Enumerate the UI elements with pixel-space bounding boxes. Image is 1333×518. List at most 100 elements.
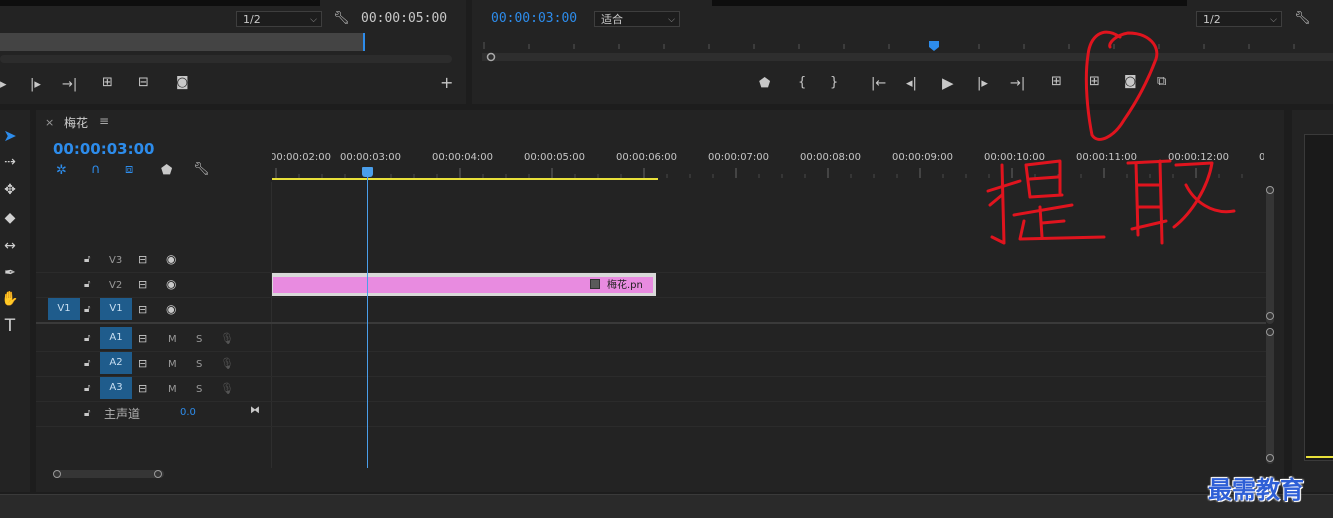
fit-select[interactable]: 适合 ⌵: [594, 11, 680, 27]
step-forward-icon[interactable]: |▸: [30, 78, 41, 92]
scroll-handle[interactable]: [1266, 454, 1274, 462]
track-a2-target[interactable]: A2: [100, 352, 132, 374]
sync-lock-icon[interactable]: ⊟: [138, 357, 147, 371]
solo-button[interactable]: S: [196, 334, 202, 345]
track-a3[interactable]: 🔓︎ A3 ⊟ M S 🎙︎: [36, 376, 1266, 402]
type-tool-icon[interactable]: T: [0, 316, 20, 336]
eye-icon[interactable]: ◉: [166, 252, 176, 266]
scroll-handle[interactable]: [1266, 328, 1274, 336]
lock-icon[interactable]: 🔓︎: [84, 303, 90, 317]
step-back-icon[interactable]: ▸: [0, 78, 7, 92]
mark-out-icon[interactable]: }: [830, 76, 838, 90]
microphone-icon[interactable]: 🎙︎: [220, 382, 234, 396]
wrench-icon[interactable]: 🔧︎: [1294, 12, 1311, 26]
ruler-label: 00:00:03:00: [340, 152, 402, 163]
microphone-icon[interactable]: 🎙︎: [220, 357, 234, 371]
lock-icon[interactable]: 🔓︎: [84, 382, 90, 396]
mute-button[interactable]: M: [168, 359, 177, 370]
lock-icon[interactable]: 🔓︎: [84, 253, 90, 267]
chevron-down-icon: ⌵: [310, 15, 317, 25]
snap-magnet-icon[interactable]: ∩: [91, 163, 101, 177]
program-timecode[interactable]: 00:00:03:00: [491, 11, 577, 26]
track-select-tool-icon[interactable]: ⇢: [0, 154, 20, 170]
work-area-bar[interactable]: [272, 178, 658, 180]
step-back-icon[interactable]: ◂|: [906, 77, 917, 91]
timeline-settings-wrench-icon[interactable]: 🔧︎: [193, 163, 210, 177]
video-scroll-track[interactable]: [1266, 186, 1274, 324]
camera-icon[interactable]: ◙: [176, 76, 189, 90]
track-v2-label: V2: [109, 280, 123, 291]
ruler-label: 00:00:06:00: [616, 152, 678, 163]
source-scrollbar[interactable]: [0, 55, 452, 63]
timeline-timecode[interactable]: 00:00:03:00: [53, 140, 155, 158]
insert-icon[interactable]: ⊞: [102, 76, 113, 90]
source-zoom-select[interactable]: 1/2 ⌵: [236, 11, 322, 27]
source-timebar[interactable]: [0, 33, 364, 51]
hand-tool-icon[interactable]: ✋: [0, 291, 20, 307]
scroll-thumb[interactable]: [54, 470, 164, 478]
track-master[interactable]: 🔓︎ 主声道 0.0 ⧓: [36, 401, 1266, 427]
scroll-handle[interactable]: [53, 470, 61, 478]
microphone-icon[interactable]: 🎙︎: [220, 332, 234, 346]
source-patch-v1[interactable]: V1: [48, 298, 80, 320]
track-v1[interactable]: V1 🔓︎ V1 ⊟ ◉: [36, 297, 1266, 324]
tab-menu-icon[interactable]: ≡: [99, 114, 109, 128]
go-to-in-icon[interactable]: |←: [871, 77, 886, 91]
scroll-handle[interactable]: [1266, 312, 1274, 320]
sync-lock-icon[interactable]: ⊟: [138, 382, 147, 396]
right-panel-level: [1306, 456, 1333, 458]
mark-in-icon[interactable]: {: [798, 76, 806, 90]
lock-icon[interactable]: 🔓︎: [84, 357, 90, 371]
linked-selection-icon[interactable]: ⧈: [125, 163, 133, 177]
track-v1-target[interactable]: V1: [100, 298, 132, 320]
sequence-tab-title[interactable]: 梅花: [64, 114, 88, 131]
master-volume-value[interactable]: 0.0: [180, 407, 196, 418]
solo-button[interactable]: S: [196, 384, 202, 395]
timeline-horizontal-scrollbar[interactable]: [50, 469, 1265, 479]
sync-lock-icon[interactable]: ⊟: [138, 278, 147, 292]
slip-tool-icon[interactable]: ↔: [0, 238, 20, 254]
scroll-handle[interactable]: [1266, 186, 1274, 194]
eye-icon[interactable]: ◉: [166, 277, 176, 291]
close-tab-icon[interactable]: ×: [45, 116, 54, 129]
track-a3-target[interactable]: A3: [100, 377, 132, 399]
playhead-line[interactable]: [367, 177, 368, 468]
go-to-end-icon[interactable]: ⧓: [250, 404, 260, 418]
watermark: 最需教育: [1208, 475, 1304, 504]
pen-tool-icon[interactable]: ✒: [0, 265, 20, 281]
wrench-icon[interactable]: 🔧︎: [333, 12, 350, 26]
selection-tool-icon[interactable]: ➤: [0, 126, 20, 145]
lock-icon[interactable]: 🔓︎: [84, 407, 90, 421]
lock-icon[interactable]: 🔓︎: [84, 278, 90, 292]
tools-panel: ➤ ⇢ ✥ ◆ ↔ ✒ ✋ T: [0, 110, 30, 492]
go-to-out-icon[interactable]: →|: [62, 78, 77, 92]
fit-value: 适合: [601, 13, 623, 26]
razor-tool-icon[interactable]: ◆: [0, 210, 20, 226]
add-button-icon[interactable]: +: [440, 75, 453, 91]
add-marker-icon[interactable]: ⬟: [759, 77, 770, 91]
eye-icon[interactable]: ◉: [166, 302, 176, 316]
mute-button[interactable]: M: [168, 334, 177, 345]
chevron-down-icon: ⌵: [668, 15, 675, 25]
ripple-edit-tool-icon[interactable]: ✥: [0, 182, 20, 198]
nest-sequence-icon[interactable]: ✲: [56, 164, 67, 178]
right-side-panel: [1292, 110, 1333, 492]
clip-plum-blossom[interactable]: 梅花.pn: [272, 273, 656, 296]
solo-button[interactable]: S: [196, 359, 202, 370]
mute-button[interactable]: M: [168, 384, 177, 395]
sync-lock-icon[interactable]: ⊟: [138, 253, 147, 267]
track-a1[interactable]: 🔓︎ A1 ⊟ M S 🎙︎: [36, 326, 1266, 352]
add-marker-icon[interactable]: ⬟: [161, 164, 172, 178]
overwrite-icon[interactable]: ⊟: [138, 76, 149, 90]
play-icon[interactable]: ▶: [942, 76, 954, 91]
audio-scroll-track[interactable]: [1266, 330, 1274, 464]
source-zoom-value: 1/2: [243, 13, 261, 26]
timeline-vertical-scrollbar[interactable]: [1264, 182, 1276, 468]
track-a1-target[interactable]: A1: [100, 327, 132, 349]
scroll-handle[interactable]: [154, 470, 162, 478]
sync-lock-icon[interactable]: ⊟: [138, 303, 147, 317]
lock-icon[interactable]: 🔓︎: [84, 332, 90, 346]
track-a2[interactable]: 🔓︎ A2 ⊟ M S 🎙︎: [36, 351, 1266, 377]
sync-lock-icon[interactable]: ⊟: [138, 332, 147, 346]
playhead-head[interactable]: [362, 167, 373, 177]
